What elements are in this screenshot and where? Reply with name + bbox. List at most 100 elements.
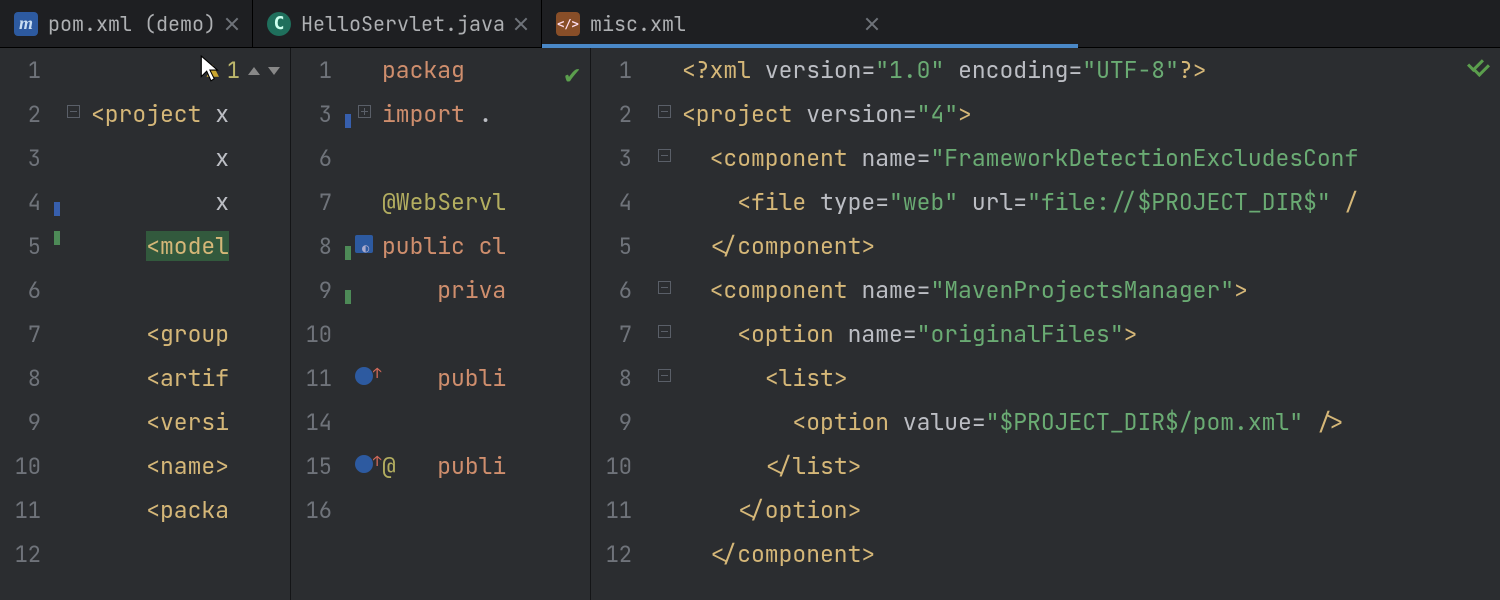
code-text: <project x (91, 99, 229, 129)
code-text: <name> (91, 451, 229, 481)
code-line[interactable]: 10 </list> (591, 444, 1500, 488)
code-line[interactable]: 1<?xml version="1.0" encoding="UTF-8"?> (591, 48, 1500, 92)
override-icon[interactable] (355, 455, 373, 473)
code-text: public cl (382, 231, 506, 261)
code-line[interactable]: 7 <group (0, 312, 290, 356)
code-text: publi (382, 363, 506, 393)
code-text: @WebServl (382, 187, 506, 217)
code-line[interactable]: 1 packag (291, 48, 590, 92)
code-text: <artif (91, 363, 229, 393)
line-number: 6 (591, 276, 646, 305)
code-line[interactable]: 4 <file type="web" url="file://$PROJECT_… (591, 180, 1500, 224)
code-text: import . (382, 99, 492, 129)
code-text: </component> (682, 539, 875, 569)
code-line[interactable]: 11 publi (291, 356, 590, 400)
code-line[interactable]: 10 <name> (0, 444, 290, 488)
code-line[interactable]: 6 <component name="MavenProjectsManager"… (591, 268, 1500, 312)
code-line[interactable]: 3 x (0, 136, 290, 180)
code-line[interactable]: 8public cl (291, 224, 590, 268)
gutter-glyph[interactable] (346, 455, 382, 478)
code-text: priva (382, 275, 506, 305)
tab-hello-servlet[interactable]: C HelloServlet.java (253, 0, 541, 47)
code-text: <option value="$PROJECT_DIR$/pom.xml" /> (682, 407, 1344, 437)
gutter-glyph[interactable] (646, 149, 682, 167)
code-line[interactable]: 8 <artif (0, 356, 290, 400)
code-line[interactable]: 11 </option> (591, 488, 1500, 532)
line-number: 9 (591, 408, 646, 437)
code-line[interactable]: 10 (291, 312, 590, 356)
code-line[interactable]: 12 </component> (591, 532, 1500, 576)
gutter-glyph[interactable] (346, 235, 382, 258)
code-line[interactable]: 9 <versi (0, 400, 290, 444)
tab-pom-xml[interactable]: m pom.xml (demo) (0, 0, 252, 47)
line-number: 12 (591, 540, 646, 569)
override-icon[interactable] (355, 367, 373, 385)
line-number: 6 (291, 144, 346, 173)
line-number: 11 (591, 496, 646, 525)
line-number: 7 (291, 188, 346, 217)
editor-pane-java[interactable]: ✔ 1packag3import .67@WebServl8public cl9… (290, 48, 590, 600)
line-number: 3 (591, 144, 646, 173)
code-text: <model (91, 231, 229, 261)
line-number: 8 (591, 364, 646, 393)
code-line[interactable]: 14 (291, 400, 590, 444)
line-number: 9 (291, 276, 346, 305)
line-number: 3 (291, 100, 346, 129)
close-icon[interactable] (226, 18, 238, 30)
code-line[interactable]: 3 <component name="FrameworkDetectionExc… (591, 136, 1500, 180)
code-line[interactable]: 7 @WebServl (291, 180, 590, 224)
code-text: <list> (682, 363, 848, 393)
line-number: 10 (0, 452, 55, 481)
code-line[interactable]: 16 (291, 488, 590, 532)
web-gutter-icon[interactable] (355, 235, 373, 253)
code-line[interactable]: 6 (291, 136, 590, 180)
line-number: 8 (0, 364, 55, 393)
code-text: x (91, 187, 229, 217)
close-icon[interactable] (866, 18, 878, 30)
code-line[interactable]: 11 <packa (0, 488, 290, 532)
code-line[interactable]: 5 <model (0, 224, 290, 268)
code-text: packag (382, 55, 465, 85)
code-line[interactable]: 4 x (0, 180, 290, 224)
line-number: 1 (291, 56, 346, 85)
checkmark-icon[interactable]: ✔ (564, 56, 580, 91)
gutter-glyph[interactable] (646, 281, 682, 299)
code-text: </component> (682, 231, 875, 261)
code-line[interactable]: 3 import . (291, 92, 590, 136)
close-icon[interactable] (515, 18, 527, 30)
code-line[interactable]: 8 <list> (591, 356, 1500, 400)
line-number: 9 (0, 408, 55, 437)
editor-pane-pom[interactable]: ▲ 1 12<project x3 x4 x5 <model67 <group8… (0, 48, 290, 600)
code-line[interactable]: 5 </component> (591, 224, 1500, 268)
code-text: <file type="web" url="file://$PROJECT_DI… (682, 187, 1358, 217)
editor-pane-misc[interactable]: 1<?xml version="1.0" encoding="UTF-8"?>2… (590, 48, 1500, 600)
code-line[interactable]: 9 priva (291, 268, 590, 312)
tab-label: pom.xml (demo) (48, 11, 216, 37)
code-text: <group (91, 319, 229, 349)
code-line[interactable]: 2 <project x (0, 92, 290, 136)
gutter-glyph[interactable] (55, 105, 91, 123)
line-number: 2 (591, 100, 646, 129)
next-highlight-icon[interactable] (268, 67, 280, 75)
no-problems-icon[interactable] (1468, 56, 1490, 78)
line-number: 1 (0, 56, 55, 85)
gutter-glyph[interactable] (646, 325, 682, 343)
code-line[interactable]: 6 (0, 268, 290, 312)
code-line[interactable]: 2<project version="4"> (591, 92, 1500, 136)
line-number: 7 (0, 320, 55, 349)
code-line[interactable]: 15@ publi (291, 444, 590, 488)
line-number: 2 (0, 100, 55, 129)
code-line[interactable]: 7 <option name="originalFiles"> (591, 312, 1500, 356)
prev-highlight-icon[interactable] (248, 67, 260, 75)
gutter-glyph[interactable] (346, 105, 382, 123)
code-line[interactable]: 12 (0, 532, 290, 576)
line-number: 14 (291, 408, 346, 437)
line-number: 5 (0, 232, 55, 261)
code-text: x (91, 143, 229, 173)
code-text: <option name="originalFiles"> (682, 319, 1137, 349)
gutter-glyph[interactable] (646, 105, 682, 123)
code-line[interactable]: 9 <option value="$PROJECT_DIR$/pom.xml" … (591, 400, 1500, 444)
gutter-glyph[interactable] (646, 369, 682, 387)
tab-misc-xml[interactable]: </> misc.xml (542, 0, 1078, 47)
gutter-glyph[interactable] (346, 367, 382, 390)
